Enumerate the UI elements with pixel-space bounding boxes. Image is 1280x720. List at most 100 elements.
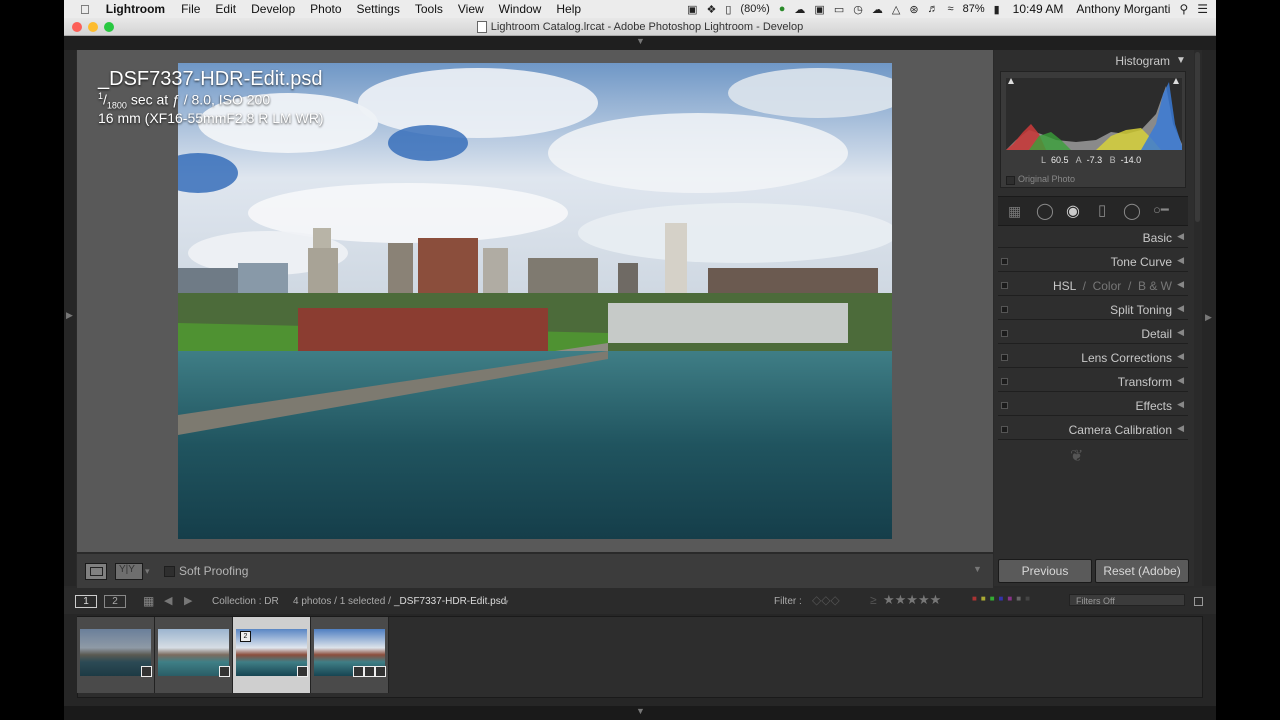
menu-edit[interactable]: Edit <box>215 2 236 16</box>
back-arrow-icon[interactable]: ◀ <box>164 594 172 607</box>
close-window-button[interactable] <box>72 22 82 32</box>
section-split-toning-switch[interactable] <box>1001 306 1008 313</box>
clock-icon[interactable]: ◷ <box>853 3 863 16</box>
section-lens-corrections-switch[interactable] <box>1001 354 1008 361</box>
stack-count-badge[interactable]: 2 <box>240 631 251 642</box>
section-tone-curve-switch[interactable] <box>1001 258 1008 265</box>
cloud-icon[interactable]: ☁ <box>794 3 805 16</box>
before-after-icon[interactable]: Y|Y <box>115 563 143 580</box>
airplay-icon[interactable]: △ <box>892 3 900 16</box>
battery-charging-icon[interactable]: ▮ <box>994 3 1000 16</box>
section-basic[interactable]: Basic ◀ <box>998 226 1188 248</box>
color-tab[interactable]: Color <box>1093 279 1122 293</box>
filmstrip-thumbnail[interactable] <box>155 617 233 693</box>
menu-tools[interactable]: Tools <box>415 2 443 16</box>
loupe-view-icon[interactable] <box>85 563 107 580</box>
red-eye-icon[interactable]: ◉ <box>1066 201 1080 221</box>
left-panel-toggle-icon[interactable]: ▶ <box>66 310 73 321</box>
collection-label[interactable]: Collection : DR <box>212 596 279 607</box>
hsl-tab[interactable]: HSL <box>1053 279 1076 293</box>
section-detail-switch[interactable] <box>1001 330 1008 337</box>
histogram-graph[interactable] <box>1001 74 1185 154</box>
bottom-panel-edge[interactable]: ▼ <box>64 706 1216 720</box>
right-panel-scrollbar[interactable] <box>1194 50 1202 586</box>
top-panel-toggle-icon[interactable]: ▼ <box>636 36 645 46</box>
section-hsl[interactable]: HSL / Color / B & W ◀ <box>998 274 1188 296</box>
minimize-window-button[interactable] <box>88 22 98 32</box>
soft-proofing-checkbox[interactable] <box>164 566 175 577</box>
right-panel-toggle-icon[interactable]: ▶ <box>1205 312 1212 323</box>
crop-overlay-icon[interactable]: ▦ <box>1008 203 1021 220</box>
zoom-window-button[interactable] <box>104 22 114 32</box>
user-menu[interactable]: Anthony Morganti <box>1076 2 1170 16</box>
section-effects-switch[interactable] <box>1001 402 1008 409</box>
section-lens-corrections[interactable]: Lens Corrections ◀ <box>998 346 1188 368</box>
bag-icon[interactable]: ▣ <box>814 3 824 16</box>
radial-filter-icon[interactable]: ◯ <box>1123 201 1141 221</box>
menu-file[interactable]: File <box>181 2 200 16</box>
flag-filter-icons[interactable]: ◇◇◇ <box>812 593 840 607</box>
filmstrip-thumbnail-selected[interactable]: 2 <box>233 617 311 693</box>
menu-help[interactable]: Help <box>556 2 581 16</box>
menu-photo[interactable]: Photo <box>310 2 341 16</box>
section-tone-curve[interactable]: Tone Curve ◀ <box>998 250 1188 272</box>
section-effects[interactable]: Effects ◀ <box>998 394 1188 416</box>
bluetooth-icon[interactable]: ⊛ <box>909 3 918 16</box>
section-hsl-switch[interactable] <box>1001 282 1008 289</box>
lab-b-value: -14.0 <box>1120 155 1142 165</box>
edited-badge-icon <box>353 666 364 677</box>
evernote-icon[interactable]: ● <box>779 3 786 15</box>
battery-icon[interactable]: ▯ <box>725 3 731 16</box>
monitor-icon[interactable]: ▭ <box>834 3 844 16</box>
spotlight-search-icon[interactable]: ⚲ <box>1179 2 1188 16</box>
menu-develop[interactable]: Develop <box>251 2 295 16</box>
color-label-filter[interactable]: ■■■■■■■ <box>972 594 1034 603</box>
spot-removal-icon[interactable]: ◯ <box>1036 201 1054 221</box>
graduated-filter-icon[interactable]: ▯ <box>1098 201 1106 219</box>
primary-window-button[interactable]: 1 <box>75 595 97 608</box>
apple-menu-icon[interactable]:  <box>80 2 90 17</box>
star-rating-filter[interactable]: ★★★★★ <box>883 592 941 608</box>
dropbox-icon[interactable]: ❖ <box>706 3 716 16</box>
right-panel-edge[interactable]: ▶ <box>1202 50 1216 586</box>
module-picker-collapsed[interactable]: ▼ <box>64 36 1216 50</box>
section-detail[interactable]: Detail ◀ <box>998 322 1188 344</box>
filmstrip-thumbnail[interactable] <box>311 617 389 693</box>
notification-center-icon[interactable]: ☰ <box>1197 2 1208 16</box>
image-capture-icon[interactable]: ▣ <box>687 3 697 16</box>
adjustment-brush-icon[interactable]: ○━ <box>1153 202 1169 218</box>
source-dropdown-icon[interactable]: ▾ <box>504 597 509 608</box>
menu-settings[interactable]: Settings <box>357 2 400 16</box>
main-photo[interactable] <box>178 63 892 539</box>
app-menu[interactable]: Lightroom <box>106 2 165 16</box>
grid-view-icon[interactable]: ▦ <box>143 594 154 608</box>
volume-icon[interactable]: ♬ <box>928 3 939 15</box>
histogram-collapse-icon[interactable]: ▼ <box>1176 55 1186 66</box>
before-after-dropdown-icon[interactable]: ▾ <box>145 566 150 577</box>
rating-operator-icon[interactable]: ≥ <box>870 593 877 607</box>
section-transform-switch[interactable] <box>1001 378 1008 385</box>
reset-button[interactable]: Reset (Adobe) <box>1095 559 1189 583</box>
filmstrip-thumbnail[interactable] <box>77 617 155 693</box>
forward-arrow-icon[interactable]: ▶ <box>184 594 192 607</box>
filters-off-dropdown[interactable]: Filters Off <box>1069 594 1185 606</box>
section-split-toning[interactable]: Split Toning ◀ <box>998 298 1188 320</box>
toolbar-options-icon[interactable]: ▼ <box>973 564 982 574</box>
section-transform[interactable]: Transform ◀ <box>998 370 1188 392</box>
bw-tab[interactable]: B & W <box>1138 279 1172 293</box>
menu-view[interactable]: View <box>458 2 484 16</box>
menu-window[interactable]: Window <box>499 2 542 16</box>
menubar-clock[interactable]: 10:49 AM <box>1013 2 1064 16</box>
filmstrip-toggle-icon[interactable]: ▼ <box>636 706 645 716</box>
secondary-window-button[interactable]: 2 <box>104 595 126 608</box>
original-photo-checkbox[interactable] <box>1006 176 1015 185</box>
section-camera-calibration-switch[interactable] <box>1001 426 1008 433</box>
wifi-icon[interactable]: ≈ <box>948 3 954 15</box>
left-panel-collapsed[interactable]: ▶ <box>64 50 76 586</box>
cloud-sync-icon[interactable]: ☁ <box>872 3 883 16</box>
previous-button[interactable]: Previous <box>998 559 1092 583</box>
selected-file-name[interactable]: _DSF7337-HDR-Edit.psd <box>394 596 506 607</box>
histogram-title[interactable]: Histogram <box>1080 54 1170 68</box>
filter-lock-icon[interactable] <box>1194 597 1203 606</box>
section-camera-calibration[interactable]: Camera Calibration ◀ <box>998 418 1188 440</box>
